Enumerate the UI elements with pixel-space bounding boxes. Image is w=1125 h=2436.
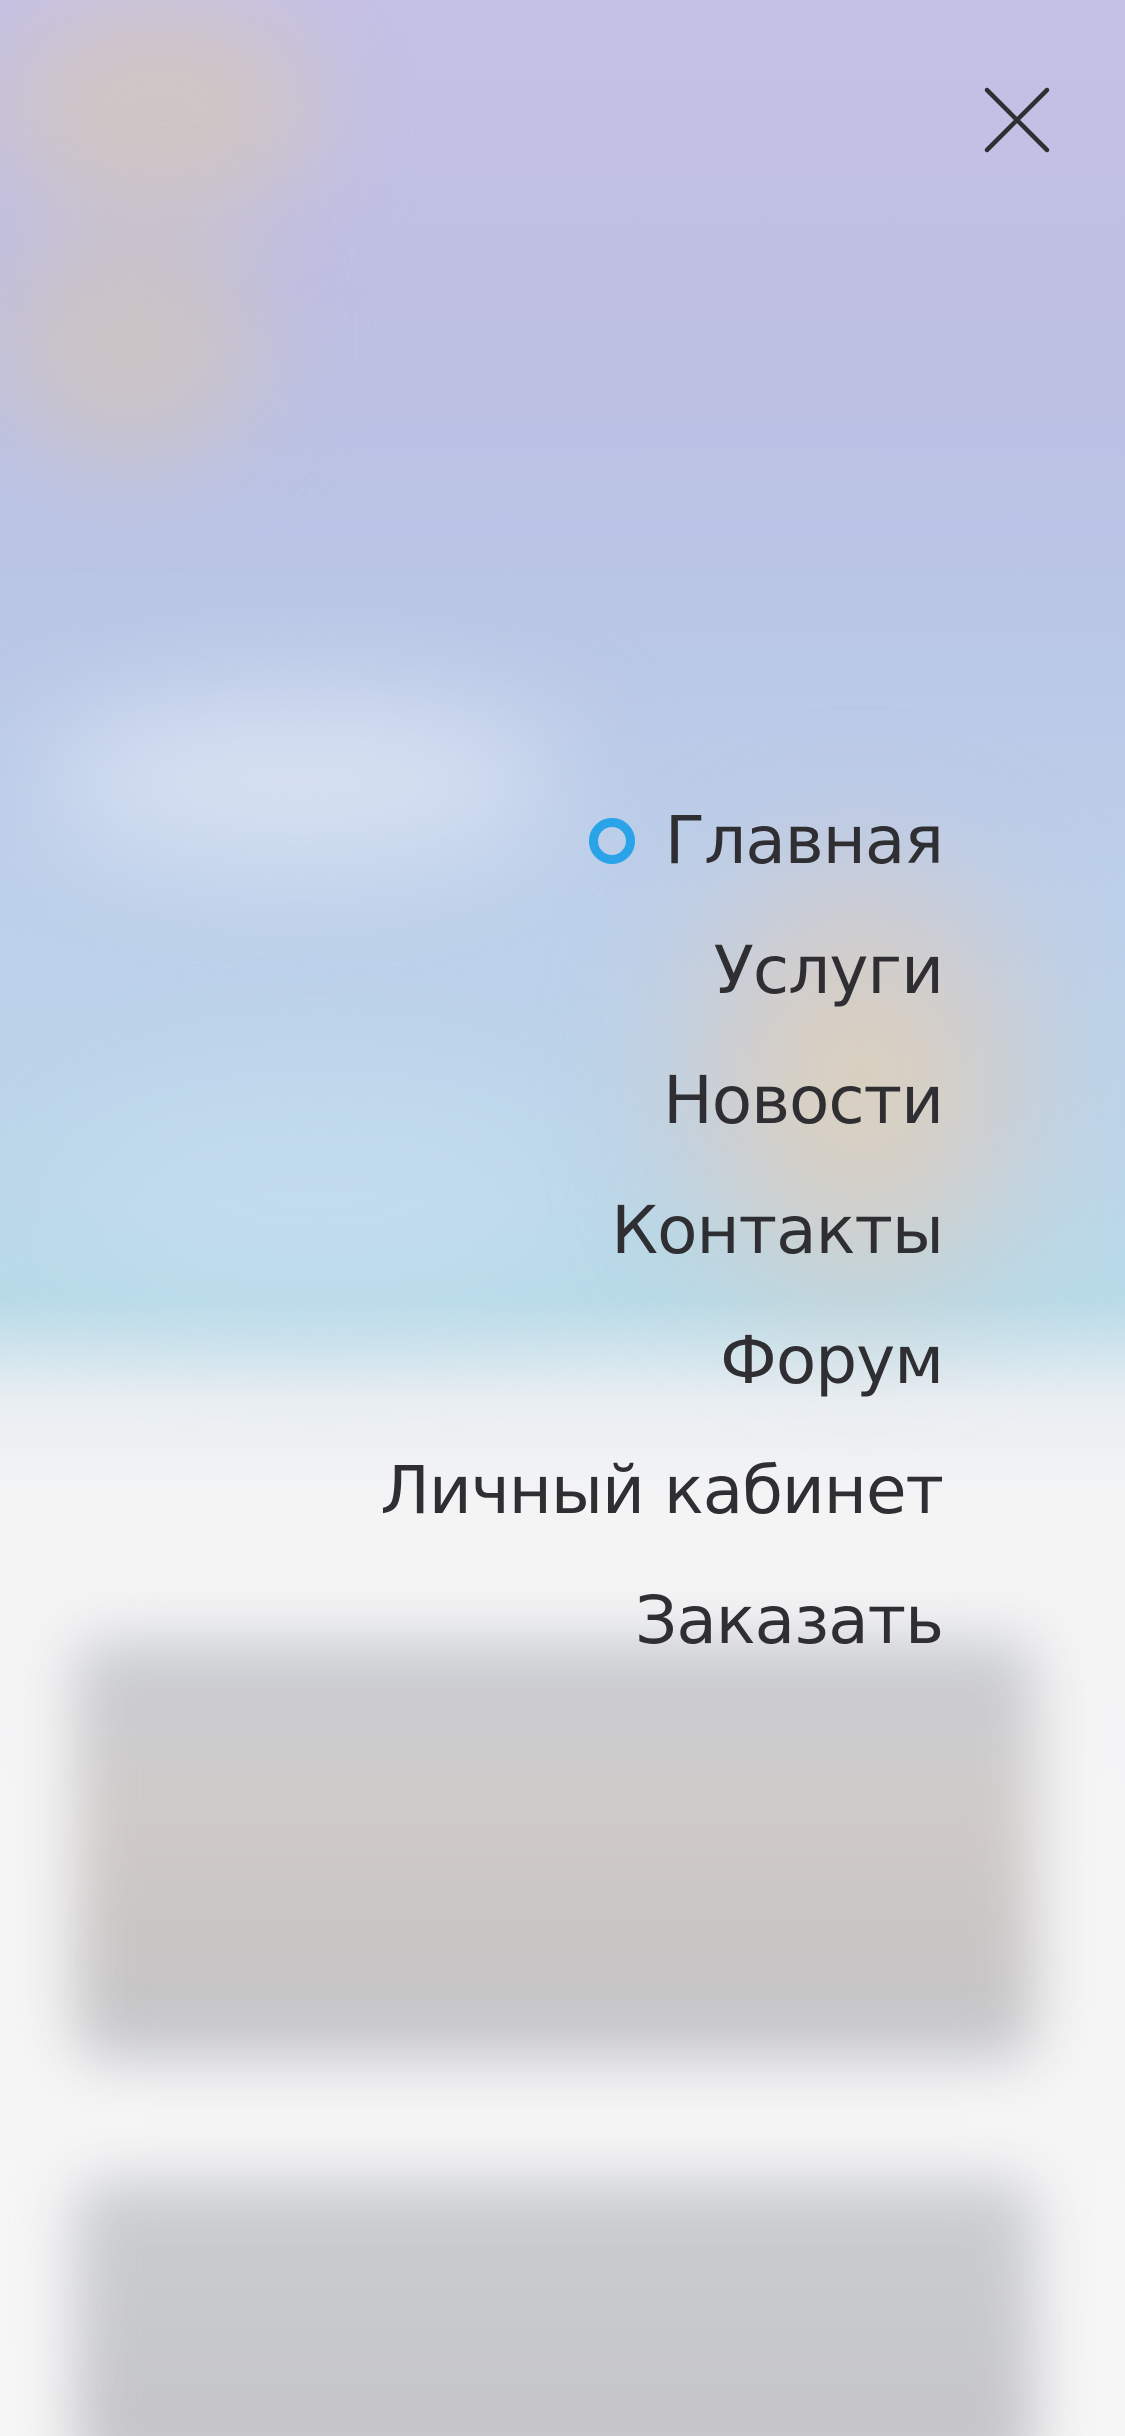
menu-item-news[interactable]: Новости [380,1036,944,1166]
menu-item-label: Форум [720,1322,944,1399]
menu-item-order[interactable]: Заказать [380,1556,944,1686]
background-blur-highlight [0,220,260,460]
close-menu-button[interactable] [975,78,1059,162]
menu-item-account[interactable]: Личный кабинет [380,1426,944,1556]
menu-item-label: Контакты [611,1192,944,1269]
blurred-content-card [75,2180,1035,2436]
blurred-content-card [75,1640,1035,2060]
close-icon [984,87,1050,153]
menu-item-label: Новости [663,1062,944,1139]
menu-item-home[interactable]: Главная [380,776,944,906]
menu-item-services[interactable]: Услуги [380,906,944,1036]
menu-item-label: Личный кабинет [380,1452,944,1529]
menu-item-forum[interactable]: Форум [380,1296,944,1426]
menu-item-label: Главная [664,802,944,879]
menu-item-contacts[interactable]: Контакты [380,1166,944,1296]
menu-item-label: Заказать [635,1582,944,1659]
navigation-menu: Главная Услуги Новости Контакты Форум Ли… [380,776,944,1686]
background-blur-highlight [0,0,320,220]
menu-item-label: Услуги [713,932,944,1009]
active-indicator-icon [588,818,635,864]
